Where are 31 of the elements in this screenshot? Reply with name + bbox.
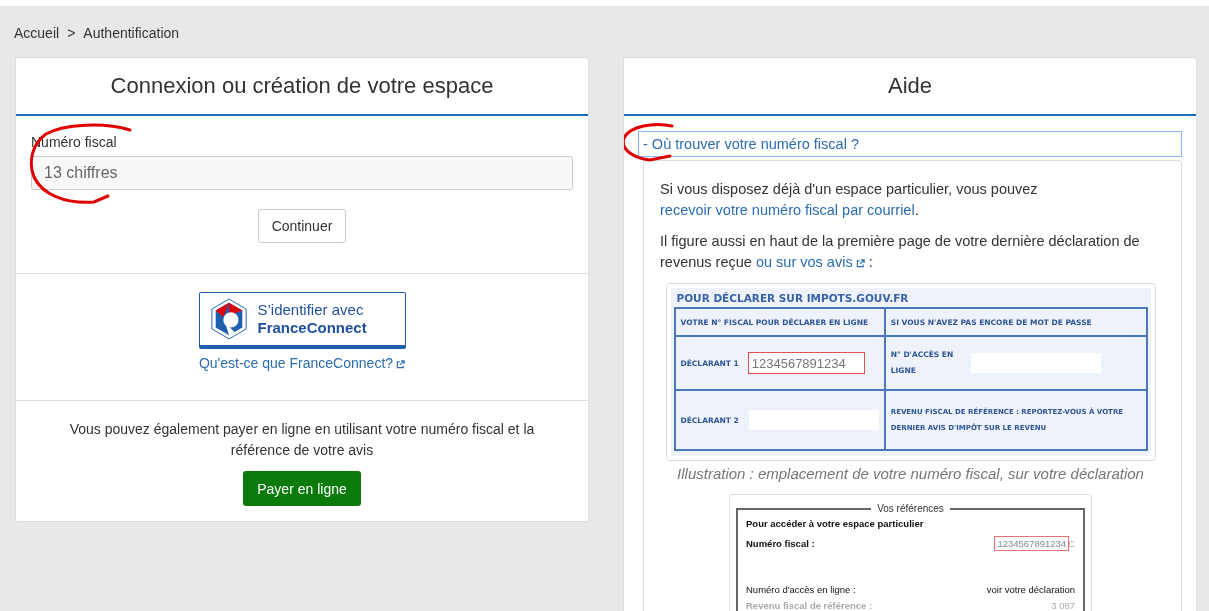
external-link-icon	[855, 259, 865, 268]
references-heading: Pour accéder à votre espace particulier	[746, 518, 925, 529]
email-number-link[interactable]: recevoir votre numéro fiscal par courriel	[660, 202, 915, 218]
continue-button[interactable]: Continuer	[257, 209, 347, 243]
panel-title: Aide	[624, 58, 1196, 116]
illustration-caption: Illustration : emplacement de votre numéro fiscal, sur votre déclaration	[676, 465, 1145, 482]
fiscal-number-value: 1234567891234	[748, 353, 864, 373]
help-paragraph: Il figure aussi en haut de la première page de votre dernière déclaration de revenus reçue ou sur vos avis :	[660, 232, 1141, 272]
references-legend: Vos références	[871, 503, 950, 514]
breadcrumb-separator: >	[67, 24, 76, 41]
external-link-icon	[396, 360, 406, 369]
payment-info-text: Vous pouvez également payer en ligne en utilisant votre numéro fiscal et la référence de votre avis	[68, 420, 536, 460]
breadcrumb-item[interactable]: Accueil	[14, 24, 60, 41]
breadcrumb-item[interactable]: Authentification	[83, 24, 180, 41]
franceconnect-button[interactable]: S’identifier avec FranceConnect	[198, 292, 406, 349]
notices-link[interactable]: ou sur vos avis	[755, 254, 865, 270]
fiscal-number-field[interactable]: 13 chiffres	[31, 156, 573, 190]
franceconnect-info-link[interactable]: Qu'est-ce que FranceConnect?	[198, 355, 406, 371]
reference-value: 1234567891234	[995, 536, 1069, 550]
reference-label: Numéro fiscal :	[746, 537, 815, 549]
reference-label: Numéro d'accès en ligne :	[746, 583, 856, 595]
panel-title: Connexion ou création de votre espace	[16, 58, 588, 116]
form-title: POUR DÉCLARER SUR IMPOTS.GOUV.FR	[676, 292, 910, 304]
help-paragraph: Si vous disposez déjà d'un espace particulier, vous pouvez recevoir votre numéro fiscal par courriel.	[660, 180, 1039, 220]
pay-online-button[interactable]: Payer en ligne	[243, 471, 361, 506]
reference-value: voir votre déclaration	[986, 583, 1075, 595]
hexagon-logo-icon	[209, 298, 248, 340]
accordion-header[interactable]: - Où trouver votre numéro fiscal ?	[638, 131, 1182, 157]
reference-value: 3 087	[1051, 599, 1075, 611]
reference-label: Revenu fiscal de référence :	[746, 599, 873, 611]
reference-suffix: C	[1068, 537, 1075, 549]
